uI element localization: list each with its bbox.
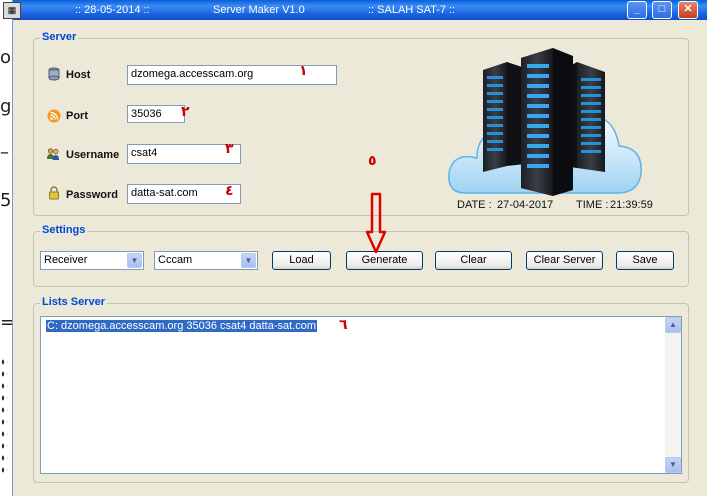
lock-icon [49,186,59,200]
username-input[interactable]: csat4 [127,144,241,164]
receiver-select[interactable]: Receiver ▼ [40,251,144,270]
host-label: Host [66,69,91,81]
settings-legend: Settings [40,224,88,236]
scroll-up-icon[interactable]: ▲ [665,317,681,333]
background-text: g [0,96,12,117]
protocol-select[interactable]: Cccam ▼ [154,251,258,270]
server-list[interactable]: C: dzomega.accesscam.org 35036 csat4 dat… [40,316,682,474]
server-maker-window: ▦ :: 28-05-2014 :: Server Maker V1.0 :: … [3,0,707,496]
maximize-button[interactable]: □ [652,1,672,19]
background-dots [0,356,8,476]
window-title: Server Maker V1.0 [213,4,305,16]
users-icon [47,148,59,160]
list-item[interactable]: C: dzomega.accesscam.org 35036 csat4 dat… [46,320,318,332]
date-label: DATE : [457,199,492,211]
server-rack-cloud-icon [448,48,642,196]
background-text: – [0,142,9,163]
annotation-5: ٥ [368,153,377,169]
time-label: TIME : [576,199,609,211]
time-value: 21:39:59 [610,199,653,211]
clear-server-button[interactable]: Clear Server [526,251,603,270]
password-input[interactable]: datta-sat.com [127,184,241,204]
title-date: :: 28-05-2014 :: [75,4,150,16]
receiver-selected-value: Receiver [44,254,88,266]
chevron-down-icon[interactable]: ▼ [241,253,256,268]
scroll-down-icon[interactable]: ▼ [665,457,681,473]
port-input[interactable]: 35036 [127,105,185,123]
background-text: o [0,47,12,68]
chevron-down-icon[interactable]: ▼ [127,253,142,268]
annotation-3: ٣ [225,141,234,157]
clear-button[interactable]: Clear [435,251,512,270]
annotation-1: ١ [299,63,308,79]
annotation-2: ٢ [181,104,190,120]
protocol-selected-value: Cccam [158,254,193,266]
port-label: Port [66,110,88,122]
title-bar[interactable]: ▦ :: 28-05-2014 :: Server Maker V1.0 :: … [3,0,707,20]
server-legend: Server [40,31,79,43]
load-button[interactable]: Load [272,251,331,270]
background-text: 5 [0,190,12,211]
app-icon[interactable]: ▦ [3,2,21,19]
lists-legend: Lists Server [40,296,107,308]
close-button[interactable]: ✕ [678,1,698,19]
annotation-6: ٦ [339,317,348,333]
username-label: Username [66,149,120,161]
title-author: :: SALAH SAT-7 :: [368,4,456,16]
annotation-4: ٤ [225,183,234,199]
date-value: 27-04-2017 [497,199,554,211]
vertical-scrollbar[interactable]: ▲ ▼ [665,317,681,473]
minimize-button[interactable]: _ [627,1,647,19]
rss-icon [47,109,61,123]
arrow-down-icon [365,192,387,254]
save-button[interactable]: Save [616,251,674,270]
database-icon [48,67,60,81]
password-label: Password [66,189,118,201]
